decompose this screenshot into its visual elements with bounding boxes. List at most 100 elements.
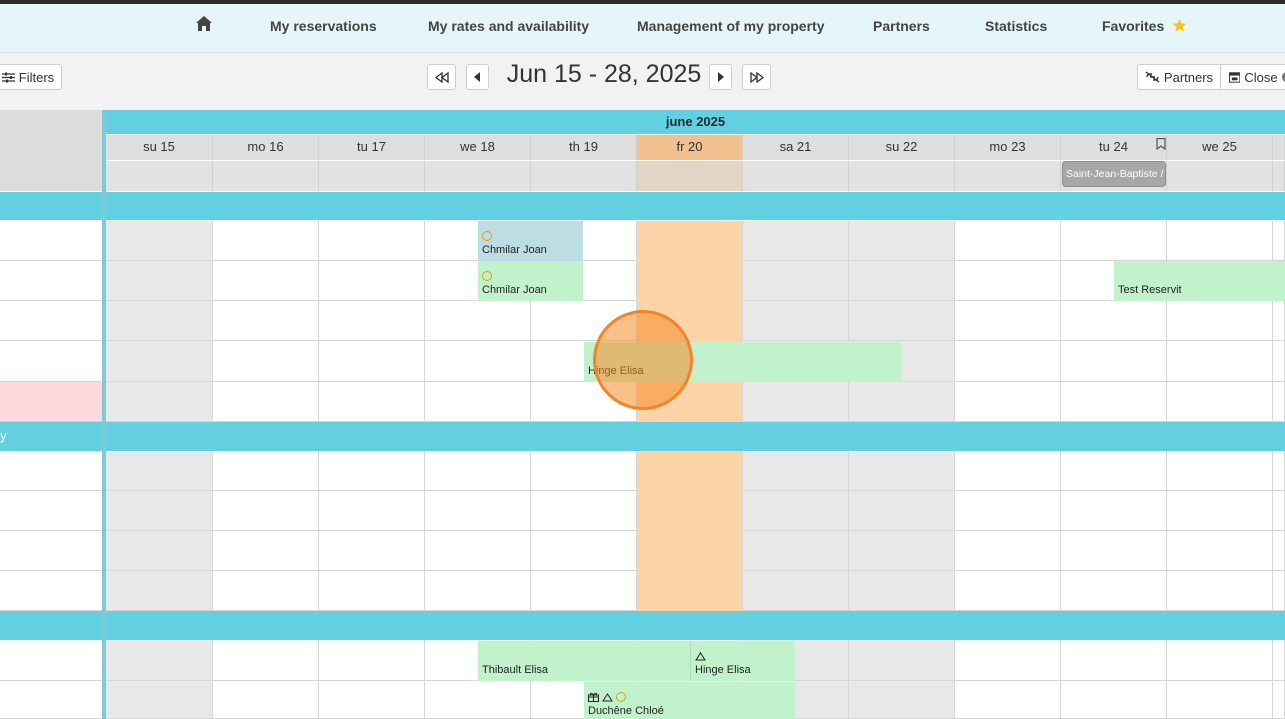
holiday-badge[interactable]: Saint-Jean-Baptiste / Fête nationale [1062,161,1166,187]
availability-cell[interactable] [319,261,425,301]
availability-cell[interactable] [319,221,425,261]
room-column-divider[interactable] [102,110,106,719]
availability-cell[interactable] [1061,301,1167,341]
reservation-block[interactable]: Hinge Elisa [584,342,901,382]
availability-cell[interactable] [106,640,213,681]
availability-cell[interactable] [1167,301,1273,341]
availability-cell[interactable] [425,451,531,491]
reservation-block[interactable]: Thibault Elisa [478,641,690,681]
availability-cell[interactable] [955,261,1061,301]
room-label-cell[interactable] [0,531,102,571]
partners-toggle-button[interactable]: Partners [1137,64,1221,90]
nav-statistics[interactable]: Statistics [985,4,1047,49]
availability-cell[interactable] [849,640,955,681]
availability-cell[interactable] [319,681,425,719]
reservation-block[interactable]: Chmilar Joan [478,261,583,301]
availability-cell[interactable] [849,491,955,531]
availability-cell[interactable] [319,491,425,531]
availability-cell[interactable] [1061,681,1167,719]
availability-cell[interactable] [213,681,319,719]
availability-cell[interactable] [955,301,1061,341]
availability-cell[interactable] [637,451,743,491]
availability-cell[interactable] [1273,382,1285,422]
availability-cell[interactable] [1273,221,1285,261]
availability-cell[interactable] [106,261,213,301]
availability-cell[interactable] [425,681,531,719]
availability-cell[interactable] [425,491,531,531]
availability-cell[interactable] [531,531,637,571]
availability-cell[interactable] [319,382,425,422]
availability-cell[interactable] [1061,640,1167,681]
availability-cell[interactable] [213,571,319,611]
availability-cell[interactable] [1167,451,1273,491]
availability-cell[interactable] [106,531,213,571]
room-label-cell[interactable] [0,382,102,422]
availability-cell[interactable] [849,261,955,301]
availability-cell[interactable] [531,451,637,491]
availability-cell[interactable] [743,382,849,422]
availability-cell[interactable] [213,640,319,681]
home-icon[interactable] [196,4,212,49]
room-label-cell[interactable] [0,491,102,531]
previous-period-fast-button[interactable] [427,64,456,90]
availability-cell[interactable] [106,382,213,422]
availability-cell[interactable] [849,571,955,611]
previous-period-button[interactable] [466,64,489,90]
availability-cell[interactable] [213,382,319,422]
availability-cell[interactable] [106,681,213,719]
availability-cell[interactable] [849,382,955,422]
availability-cell[interactable] [637,571,743,611]
availability-cell[interactable] [213,491,319,531]
availability-cell[interactable] [637,221,743,261]
room-label-cell[interactable] [0,221,102,261]
availability-cell[interactable] [106,571,213,611]
availability-cell[interactable] [849,681,955,719]
availability-cell[interactable] [213,341,319,382]
availability-cell[interactable] [106,221,213,261]
availability-cell[interactable] [955,681,1061,719]
nav-my-reservations[interactable]: My reservations [270,4,377,49]
availability-cell[interactable] [1167,341,1273,382]
availability-cell[interactable] [425,382,531,422]
availability-cell[interactable] [1273,640,1285,681]
availability-cell[interactable] [637,491,743,531]
availability-cell[interactable] [213,531,319,571]
availability-cell[interactable] [425,571,531,611]
availability-cell[interactable] [637,261,743,301]
availability-cell[interactable] [743,491,849,531]
availability-cell[interactable] [531,382,637,422]
availability-cell[interactable] [425,341,531,382]
room-label-cell[interactable] [0,681,102,719]
availability-cell[interactable] [531,301,637,341]
availability-cell[interactable] [1167,681,1273,719]
availability-cell[interactable] [1061,531,1167,571]
filters-button[interactable]: Filters [0,64,62,90]
availability-cell[interactable] [106,341,213,382]
reservation-block[interactable]: Test Reservit [1114,261,1285,301]
availability-cell[interactable] [1273,571,1285,611]
availability-cell[interactable] [106,301,213,341]
availability-cell[interactable] [637,301,743,341]
nav-property-management[interactable]: Management of my property [637,4,824,49]
availability-cell[interactable] [637,382,743,422]
availability-cell[interactable] [425,531,531,571]
next-period-fast-button[interactable] [742,64,771,90]
availability-cell[interactable] [743,531,849,571]
availability-cell[interactable] [743,451,849,491]
room-label-cell[interactable] [0,341,102,382]
availability-cell[interactable] [1273,341,1285,382]
availability-cell[interactable] [1167,640,1273,681]
availability-cell[interactable] [1167,491,1273,531]
availability-cell[interactable] [849,531,955,571]
next-period-button[interactable] [709,64,732,90]
availability-cell[interactable] [743,571,849,611]
availability-cell[interactable] [955,341,1061,382]
availability-cell[interactable] [743,301,849,341]
availability-cell[interactable] [531,571,637,611]
availability-cell[interactable] [425,301,531,341]
availability-cell[interactable] [531,491,637,531]
availability-cell[interactable] [1273,451,1285,491]
availability-cell[interactable] [955,382,1061,422]
availability-cell[interactable] [955,221,1061,261]
nav-partners[interactable]: Partners [873,4,930,49]
